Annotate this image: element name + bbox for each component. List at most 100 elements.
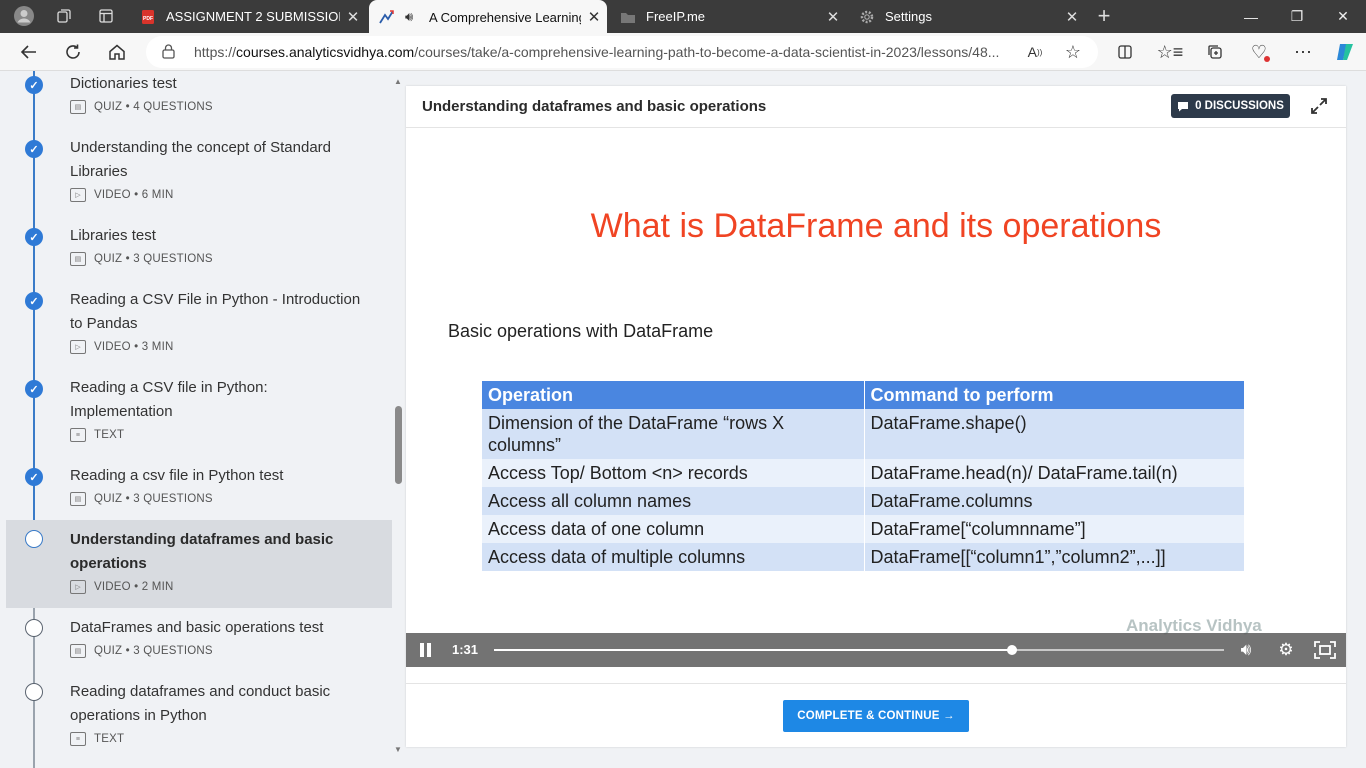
lesson-meta: ▷ VIDEO • 2 MIN <box>70 580 173 594</box>
pdf-icon: PDF <box>142 9 154 24</box>
chat-icon <box>1178 101 1189 111</box>
completed-check-icon: ✓ <box>25 468 43 486</box>
lesson-item-current[interactable]: Understanding dataframes and basic opera… <box>6 520 392 608</box>
text-icon: ≡ <box>70 732 86 746</box>
lesson-title: Understanding dataframes and basic opera… <box>70 531 334 572</box>
tab-course[interactable]: 🔊︎ A Comprehensive Learning P ✕ <box>369 0 607 34</box>
url-prefix: https:// <box>194 44 237 60</box>
tab-title: A Comprehensive Learning P <box>429 9 581 25</box>
lesson-title-heading: Understanding dataframes and basic opera… <box>422 98 767 115</box>
table-cell: DataFrame[“columnname”] <box>864 515 1245 543</box>
lesson-meta: ▤ QUIZ • 3 QUESTIONS <box>70 252 213 266</box>
lesson-item[interactable]: Reading dataframes and conduct basic ope… <box>6 672 392 768</box>
volume-icon[interactable]: 🔊︎ <box>1235 639 1257 661</box>
table-cell: Access data of one column <box>482 515 865 543</box>
lesson-meta: ▤ QUIZ • 3 QUESTIONS <box>70 492 213 506</box>
lesson-item[interactable]: ✓ Reading a csv file in Python test ▤ QUI… <box>6 463 392 520</box>
lesson-meta: ≡ TEXT <box>70 732 124 746</box>
completed-check-icon: ✓ <box>25 228 43 246</box>
discussions-button[interactable]: 0 DISCUSSIONS <box>1171 94 1290 118</box>
table-cell: DataFrame[[“column1”,”column2”,...]] <box>864 543 1245 571</box>
home-icon[interactable] <box>102 37 132 67</box>
completed-check-icon: ✓ <box>25 140 43 158</box>
table-row: Access all column names DataFrame.column… <box>482 487 1245 515</box>
lesson-item[interactable]: ✓ Libraries test ▤ QUIZ • 3 QUESTIONS <box>6 223 392 287</box>
tab-freeip[interactable]: FreeIP.me ✕ <box>610 0 846 33</box>
pause-icon[interactable] <box>420 643 432 657</box>
table-header-row: Operation Command to perform <box>482 381 1245 409</box>
workspaces-icon[interactable] <box>52 5 76 27</box>
lock-icon[interactable] <box>162 44 175 59</box>
quiz-icon: ▤ <box>70 252 86 266</box>
gear-icon <box>860 10 874 23</box>
table-row: Access Top/ Bottom <n> records DataFrame… <box>482 459 1245 487</box>
lesson-item[interactable]: DataFrames and basic operations test ▤ QU… <box>6 608 392 672</box>
tab-assignment[interactable]: PDF ASSIGNMENT 2 SUBMISSION 25 ✕ <box>130 0 366 33</box>
sidebar-scrollbar-thumb[interactable] <box>395 406 402 484</box>
table-cell: Access data of multiple columns <box>482 543 865 571</box>
browser-tab-bar: PDF ASSIGNMENT 2 SUBMISSION 25 ✕ 🔊︎ A Co… <box>0 0 1366 34</box>
svg-text:PDF: PDF <box>143 16 153 22</box>
video-icon: ▷ <box>70 580 86 594</box>
table-row: Access data of multiple columns DataFram… <box>482 543 1245 571</box>
completed-check-icon: ✓ <box>25 380 43 398</box>
tab-title: Settings <box>885 9 932 24</box>
divider <box>406 683 1346 684</box>
lesson-item[interactable]: ✓ Reading a CSV file in Python: Implemen… <box>6 375 392 463</box>
operations-table: Operation Command to perform Dimension o… <box>482 381 1245 571</box>
close-icon[interactable]: ✕ <box>820 8 846 26</box>
copilot-icon[interactable] <box>1330 37 1360 67</box>
curriculum-sidebar: ✓ Dictionaries test ▤ QUIZ • 4 QUESTIONS … <box>6 71 392 768</box>
lesson-item[interactable]: ✓ Reading a CSV File in Python - Introdu… <box>6 287 392 375</box>
incomplete-circle-icon <box>25 619 43 637</box>
table-row: Dimension of the DataFrame “rows X colum… <box>482 409 1245 459</box>
quiz-icon: ▤ <box>70 100 86 114</box>
read-aloud-icon[interactable]: A)) <box>1020 37 1050 67</box>
refresh-icon[interactable] <box>58 37 88 67</box>
slide-subtitle: Basic operations with DataFrame <box>448 321 714 341</box>
split-screen-icon[interactable] <box>1110 37 1140 67</box>
discussions-label: 0 DISCUSSIONS <box>1195 100 1284 112</box>
table-cell: DataFrame.head(n)/ DataFrame.tail(n) <box>864 459 1245 487</box>
table-header: Operation <box>482 381 865 409</box>
video-player[interactable]: What is DataFrame and its operations Bas… <box>406 129 1346 667</box>
favorites-icon[interactable]: ☆≡ <box>1155 37 1185 67</box>
tab-actions-icon[interactable] <box>94 5 118 27</box>
progress-knob[interactable] <box>1007 645 1018 655</box>
new-tab-icon[interactable]: + <box>1092 3 1116 28</box>
close-icon[interactable]: ✕ <box>581 8 607 26</box>
lesson-title: Dictionaries test <box>70 75 177 92</box>
fullscreen-icon[interactable] <box>1314 639 1336 661</box>
favorite-star-icon[interactable]: ☆ <box>1058 37 1088 67</box>
window-close-icon[interactable]: ✕ <box>1320 0 1366 33</box>
analytics-vidhya-icon <box>379 10 394 24</box>
table-cell: Access all column names <box>482 487 865 515</box>
close-icon[interactable]: ✕ <box>340 8 366 26</box>
player-controls: 1:31 🔊︎ ⚙ <box>406 633 1346 667</box>
expand-icon[interactable] <box>1308 95 1330 117</box>
scroll-up-arrow-icon[interactable]: ▲ <box>394 77 402 86</box>
completed-check-icon: ✓ <box>25 76 43 94</box>
lesson-meta: ▤ QUIZ • 4 QUESTIONS <box>70 100 213 114</box>
current-lesson-circle-icon <box>25 530 43 548</box>
table-row: Access data of one column DataFrame[“col… <box>482 515 1245 543</box>
speaker-icon[interactable]: 🔊︎ <box>405 9 421 25</box>
settings-gear-icon[interactable]: ⚙ <box>1275 639 1297 661</box>
lesson-item[interactable]: ✓ Understanding the concept of Standard … <box>6 135 392 223</box>
lesson-item[interactable]: ✓ Dictionaries test ▤ QUIZ • 4 QUESTIONS <box>6 71 392 135</box>
restore-icon[interactable]: ❐ <box>1274 0 1320 33</box>
lesson-title: Understanding the concept of Standard Li… <box>70 139 332 180</box>
progress-bar[interactable] <box>494 649 1224 651</box>
close-icon[interactable]: ✕ <box>1059 8 1085 26</box>
browser-essentials-icon[interactable]: ♡ <box>1244 37 1274 67</box>
quiz-icon: ▤ <box>70 644 86 658</box>
scroll-down-arrow-icon[interactable]: ▼ <box>394 745 402 754</box>
tab-settings[interactable]: Settings ✕ <box>849 0 1085 33</box>
profile-icon[interactable] <box>12 5 36 27</box>
url-field[interactable]: https://courses.analyticsvidhya.com/cour… <box>146 36 1098 68</box>
back-icon[interactable] <box>14 37 44 67</box>
complete-continue-button[interactable]: COMPLETE & CONTINUE → <box>783 700 969 732</box>
minimize-icon[interactable]: — <box>1228 0 1274 33</box>
more-menu-icon[interactable]: ⋯ <box>1288 37 1318 67</box>
collections-icon[interactable] <box>1200 37 1230 67</box>
